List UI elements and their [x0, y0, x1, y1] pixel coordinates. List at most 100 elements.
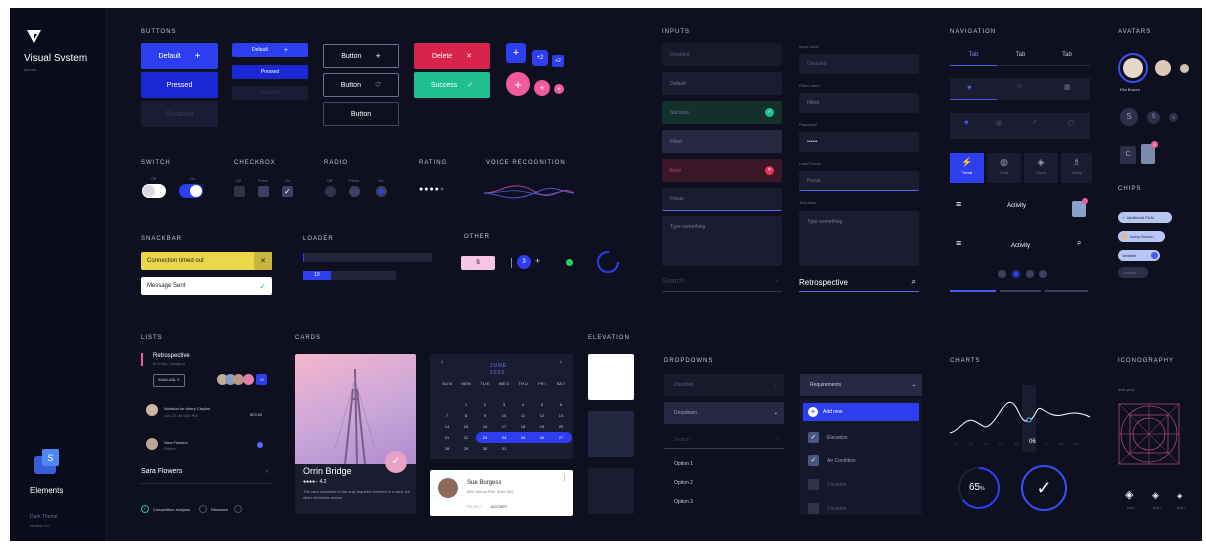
- calendar-day[interactable]: 21: [441, 434, 453, 442]
- calendar-day[interactable]: 2: [479, 401, 491, 409]
- tab-3[interactable]: Tab: [1044, 52, 1090, 66]
- checkbox-checked[interactable]: ✓: [808, 432, 819, 443]
- notification-icon[interactable]: ♂: [1032, 119, 1037, 126]
- avatar-large-ring[interactable]: [1118, 53, 1148, 83]
- calendar-day[interactable]: 24: [498, 434, 510, 442]
- outline-button-plus[interactable]: Button +: [323, 44, 399, 68]
- pager-dot-active[interactable]: [1011, 269, 1021, 279]
- calendar-day[interactable]: 7: [441, 412, 453, 420]
- calendar-day[interactable]: 22: [460, 434, 472, 442]
- search-icon[interactable]: ⌕: [1077, 238, 1081, 248]
- calendar-day[interactable]: 30: [479, 445, 491, 453]
- calendar-day[interactable]: 6: [555, 401, 567, 409]
- calendar-day[interactable]: 13: [555, 412, 567, 420]
- contact-card[interactable]: Sue Burgess 885 Jamya Pike Suite 552 ⋮ R…: [430, 470, 573, 516]
- calendar-day[interactable]: 11: [517, 412, 529, 420]
- fab-square-large[interactable]: +: [506, 43, 526, 63]
- dropdown-default[interactable]: Dropdown ⌄: [664, 402, 784, 424]
- outline-button-heart[interactable]: Button ♡: [323, 73, 399, 97]
- search-field[interactable]: Search ⌕: [662, 278, 782, 292]
- input-success[interactable]: Success ✓: [662, 101, 782, 124]
- outline-button[interactable]: Button: [323, 102, 399, 126]
- list-check-2[interactable]: [199, 505, 207, 513]
- ring-icon[interactable]: ◎: [996, 119, 1002, 127]
- radio-on[interactable]: [376, 186, 387, 197]
- avatar-square-initial[interactable]: C: [1120, 146, 1136, 164]
- bottom-nav-stock[interactable]: ◈ Stock: [1024, 153, 1058, 183]
- delete-button[interactable]: Delete ✕: [414, 43, 490, 69]
- pager-dot[interactable]: [1039, 270, 1047, 278]
- dropdown-search[interactable]: Search ⌕: [664, 431, 784, 449]
- input-password[interactable]: ••••••: [799, 132, 919, 152]
- calendar-day[interactable]: 27: [555, 434, 567, 442]
- retrospective-search[interactable]: Retrospective ⌕: [799, 277, 919, 292]
- calendar-day[interactable]: 17: [498, 423, 510, 431]
- input-error[interactable]: Error ✕: [662, 159, 782, 182]
- calendar-day[interactable]: 3: [498, 401, 510, 409]
- segment[interactable]: [1045, 290, 1088, 292]
- default-button-small[interactable]: Default +: [232, 43, 308, 57]
- heart-icon[interactable]: ♥: [964, 118, 969, 127]
- bridge-card[interactable]: ✓ Orrin Bridge ●●●●● 4.2 The card contai…: [295, 354, 416, 514]
- dropdown-option-1[interactable]: Option 1: [664, 455, 784, 473]
- cube-icon[interactable]: ⬡: [1068, 119, 1074, 127]
- input-default[interactable]: Default: [662, 72, 782, 95]
- fab-round-large[interactable]: +: [506, 72, 530, 96]
- success-button[interactable]: Success ✓: [414, 72, 490, 98]
- checkbox-on[interactable]: ✓: [282, 186, 293, 197]
- rating-stars[interactable]: ●●●●●: [419, 186, 445, 193]
- calendar-day[interactable]: 16: [479, 423, 491, 431]
- add-new-item[interactable]: + Add new: [803, 403, 919, 421]
- chevron-left-icon[interactable]: ‹: [441, 359, 443, 366]
- chip-additional-field[interactable]: ✓ Additional Field: [1118, 212, 1172, 223]
- list-availability-chip[interactable]: AVAILABL E: [153, 374, 185, 387]
- calendar-day[interactable]: 1: [460, 401, 472, 409]
- switch-off[interactable]: [142, 184, 166, 198]
- calendar-day[interactable]: 5: [536, 401, 548, 409]
- checklist-air[interactable]: ✓ Air Condition: [803, 452, 919, 470]
- input-filled[interactable]: Filled: [662, 130, 782, 153]
- snackbar-close-button[interactable]: ✕: [254, 252, 272, 270]
- calendar-day[interactable]: 19: [536, 423, 548, 431]
- calendar-day[interactable]: 4: [517, 401, 529, 409]
- pressed-button[interactable]: Pressed: [141, 72, 218, 98]
- accept-button[interactable]: ACCEPT: [491, 504, 507, 509]
- more-vert-icon[interactable]: ⋮: [561, 474, 568, 482]
- list-avatar-count[interactable]: +2: [256, 374, 267, 385]
- checkbox-checked[interactable]: ✓: [808, 455, 819, 466]
- checklist-elevation[interactable]: ✓ Elevation: [803, 429, 919, 447]
- segment-active[interactable]: [950, 290, 996, 292]
- textarea-left[interactable]: Type something: [662, 216, 782, 266]
- default-button[interactable]: Default +: [141, 43, 218, 69]
- stepper-plus-icon[interactable]: +: [535, 256, 540, 266]
- bottom-nav-chat[interactable]: ◍ Chat: [987, 153, 1021, 183]
- radio-press[interactable]: [349, 186, 360, 197]
- calendar-day[interactable]: 20: [555, 423, 567, 431]
- radio-off[interactable]: [325, 186, 336, 197]
- emoji-icon[interactable]: ☺: [1016, 83, 1023, 90]
- switch-on[interactable]: [179, 184, 203, 198]
- hamburger-icon[interactable]: ≡: [956, 238, 961, 248]
- dropdown-option-2[interactable]: Option 2: [664, 474, 784, 492]
- chip-avery-bowen[interactable]: Avery Bowen: [1118, 231, 1165, 242]
- hamburger-icon[interactable]: ≡: [956, 199, 961, 209]
- dropdown-requirements[interactable]: Requirements ⌄: [800, 374, 922, 396]
- list-check-1[interactable]: ✓: [141, 505, 149, 513]
- layers-icon-small[interactable]: ◈: [1177, 492, 1182, 500]
- layers-icon-large[interactable]: ◈: [1125, 488, 1133, 501]
- input-labeled-focus[interactable]: Focus: [799, 171, 919, 191]
- avatar-small[interactable]: [1180, 64, 1189, 73]
- segment[interactable]: [1000, 290, 1041, 292]
- bottom-nav-study[interactable]: ♗ Study: [1061, 153, 1092, 183]
- calendar-icon[interactable]: ▦: [1064, 83, 1071, 91]
- calendar-day[interactable]: 31: [498, 445, 510, 453]
- calendar-day[interactable]: 10: [498, 412, 510, 420]
- calendar-day[interactable]: 9: [479, 412, 491, 420]
- calendar-day[interactable]: 23: [479, 434, 491, 442]
- calendar-day[interactable]: 26: [536, 434, 548, 442]
- stepper-value[interactable]: 3: [517, 255, 531, 269]
- tab-1[interactable]: Tab: [950, 52, 997, 66]
- reject-button[interactable]: REJECT: [467, 504, 483, 509]
- fab-square-badge[interactable]: +2: [532, 50, 548, 66]
- avatar-initial-small[interactable]: S: [1169, 113, 1178, 122]
